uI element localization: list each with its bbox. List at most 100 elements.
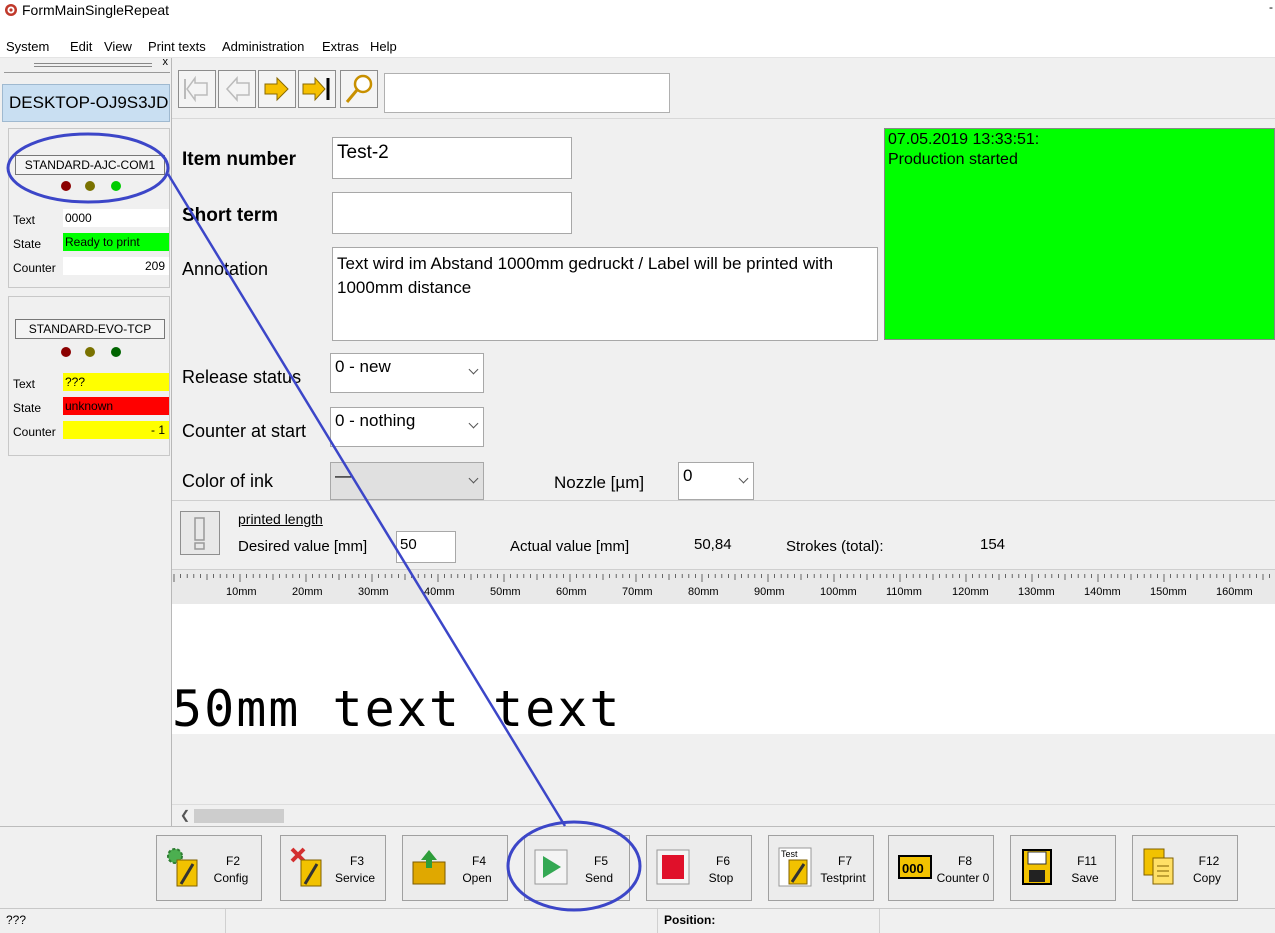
- ruler-label: 100mm: [820, 586, 857, 598]
- ruler-label: 10mm: [226, 586, 257, 598]
- f3-service-button[interactable]: F3 Service: [280, 835, 386, 901]
- text-value: ???: [63, 373, 169, 391]
- menu-administration[interactable]: Administration: [222, 39, 304, 54]
- color-of-ink-label: Color of ink: [182, 471, 274, 491]
- f8-counter-reset-button[interactable]: 000 F8 Counter 0: [888, 835, 994, 901]
- log-timestamp: 07.05.2019 13:33:51:: [888, 131, 1040, 148]
- save-icon: [1022, 849, 1052, 885]
- nozzle-select[interactable]: 0: [678, 462, 754, 500]
- short-term-input[interactable]: [332, 192, 572, 234]
- text-value: 0000: [63, 209, 169, 227]
- host-name: DESKTOP-OJ9S3JD: [2, 84, 170, 122]
- strokes-value: 154: [980, 536, 1006, 553]
- minimize-button[interactable]: -: [1269, 0, 1273, 14]
- ruler-label: 160mm: [1216, 586, 1253, 598]
- counter-label: Counter: [13, 425, 56, 439]
- nozzle-value: 0: [683, 466, 693, 485]
- title-bar: FormMainSingleRepeat -: [0, 0, 1275, 36]
- panel-close-button[interactable]: x: [163, 56, 169, 68]
- search-input[interactable]: [384, 73, 670, 113]
- last-record-button[interactable]: [298, 70, 336, 108]
- copy-icon: [1143, 848, 1174, 885]
- service-icon: [290, 847, 322, 887]
- f11-label: Save: [1071, 871, 1099, 885]
- menu-edit[interactable]: Edit: [70, 39, 92, 54]
- warning-button[interactable]: [180, 511, 220, 555]
- f7-label: Testprint: [820, 871, 866, 885]
- f11-save-button[interactable]: F11 Save: [1010, 835, 1116, 901]
- f2-config-button[interactable]: F2 Config: [156, 835, 262, 901]
- menu-print-texts[interactable]: Print texts: [148, 39, 206, 54]
- print-preview: 50mm text text: [172, 604, 1275, 804]
- magnifier-icon: [345, 74, 373, 103]
- state-label: State: [13, 401, 42, 415]
- text-label: Text: [13, 377, 36, 391]
- f2-key: F2: [225, 854, 240, 868]
- ruler-label: 140mm: [1084, 586, 1121, 598]
- f3-key: F3: [349, 854, 364, 868]
- scroll-thumb[interactable]: [194, 809, 284, 823]
- function-key-bar: F2 Config F3 Service F4 Open F5 Send F6 …: [0, 826, 1275, 908]
- f12-key: F12: [1198, 854, 1220, 868]
- menu-bar: System Edit View Print texts Administrat…: [0, 36, 1275, 58]
- annotation-textarea[interactable]: Text wird im Abstand 1000mm gedruckt / L…: [332, 247, 878, 341]
- ruler-label: 60mm: [556, 586, 587, 598]
- search-button[interactable]: [340, 70, 378, 108]
- desired-value-label: Desired value [mm]: [238, 538, 368, 555]
- f8-key: F8: [957, 854, 972, 868]
- menu-view[interactable]: View: [104, 39, 132, 54]
- printed-length-panel: printed length Desired value [mm] 50 Act…: [172, 500, 1275, 570]
- first-record-button[interactable]: [178, 70, 216, 108]
- led-yellow-icon: [85, 181, 95, 191]
- strokes-label: Strokes (total):: [786, 538, 884, 555]
- preview-footer: [172, 734, 1275, 804]
- device-card-ajc-com1[interactable]: STANDARD-AJC-COM1 Text 0000 State Ready …: [8, 128, 170, 288]
- testprint-icon-text: Test: [781, 849, 798, 859]
- color-of-ink-select[interactable]: —: [330, 462, 484, 500]
- f5-send-button[interactable]: F5 Send: [524, 835, 630, 901]
- previous-record-button[interactable]: [218, 70, 256, 108]
- f6-stop-button[interactable]: F6 Stop: [646, 835, 752, 901]
- horizontal-scrollbar[interactable]: ❮: [172, 804, 1275, 826]
- chevron-down-icon: [738, 473, 749, 484]
- ruler: 10mm 20mm 30mm 40mm 50mm 60mm 70mm 80mm 90mm 100m…: [172, 570, 1275, 604]
- f4-key: F4: [471, 854, 486, 868]
- log-message: Production started: [888, 151, 1018, 168]
- testprint-icon: Test: [778, 847, 812, 887]
- panel-header: x: [4, 56, 170, 73]
- f3-label: Service: [334, 871, 375, 885]
- menu-extras[interactable]: Extras: [322, 39, 359, 54]
- next-record-button[interactable]: [258, 70, 296, 108]
- menu-system[interactable]: System: [6, 39, 49, 54]
- panel-grip[interactable]: [34, 63, 152, 67]
- counter-at-start-label: Counter at start: [182, 421, 307, 441]
- f7-testprint-button[interactable]: Test F7 Testprint: [768, 835, 874, 901]
- desired-value-input[interactable]: 50: [396, 531, 456, 563]
- f4-open-button[interactable]: F4 Open: [402, 835, 508, 901]
- exclamation-icon: [194, 517, 205, 550]
- device-card-evo-tcp[interactable]: STANDARD-EVO-TCP Text ??? State unknown …: [8, 296, 170, 456]
- color-of-ink-value: —: [335, 466, 352, 485]
- counter-reset-icon: 000: [898, 855, 932, 879]
- f11-key: F11: [1077, 854, 1097, 868]
- f5-key: F5: [593, 854, 608, 868]
- chevron-down-icon: [468, 364, 479, 375]
- chevron-down-icon: [468, 473, 479, 484]
- nozzle-label: Nozzle [µm]: [554, 473, 645, 492]
- actual-value-label: Actual value [mm]: [510, 538, 630, 555]
- device-panel: x DESKTOP-OJ9S3JD STANDARD-AJC-COM1 Text…: [0, 56, 172, 908]
- ruler-label: 120mm: [952, 586, 989, 598]
- f4-label: Open: [462, 871, 492, 885]
- ruler-label: 40mm: [424, 586, 455, 598]
- play-icon: [534, 849, 568, 885]
- counter-at-start-select[interactable]: 0 - nothing: [330, 407, 484, 447]
- printed-length-title: printed length: [238, 511, 323, 527]
- release-status-select[interactable]: 0 - new: [330, 353, 484, 393]
- counter-value: 209: [63, 257, 169, 275]
- item-number-input[interactable]: Test-2: [332, 137, 572, 179]
- menu-help[interactable]: Help: [370, 39, 397, 54]
- arrow-right-icon: [264, 76, 289, 102]
- f12-copy-button[interactable]: F12 Copy: [1132, 835, 1238, 901]
- status-empty-cell: [226, 909, 658, 933]
- scroll-left-icon[interactable]: ❮: [180, 808, 190, 822]
